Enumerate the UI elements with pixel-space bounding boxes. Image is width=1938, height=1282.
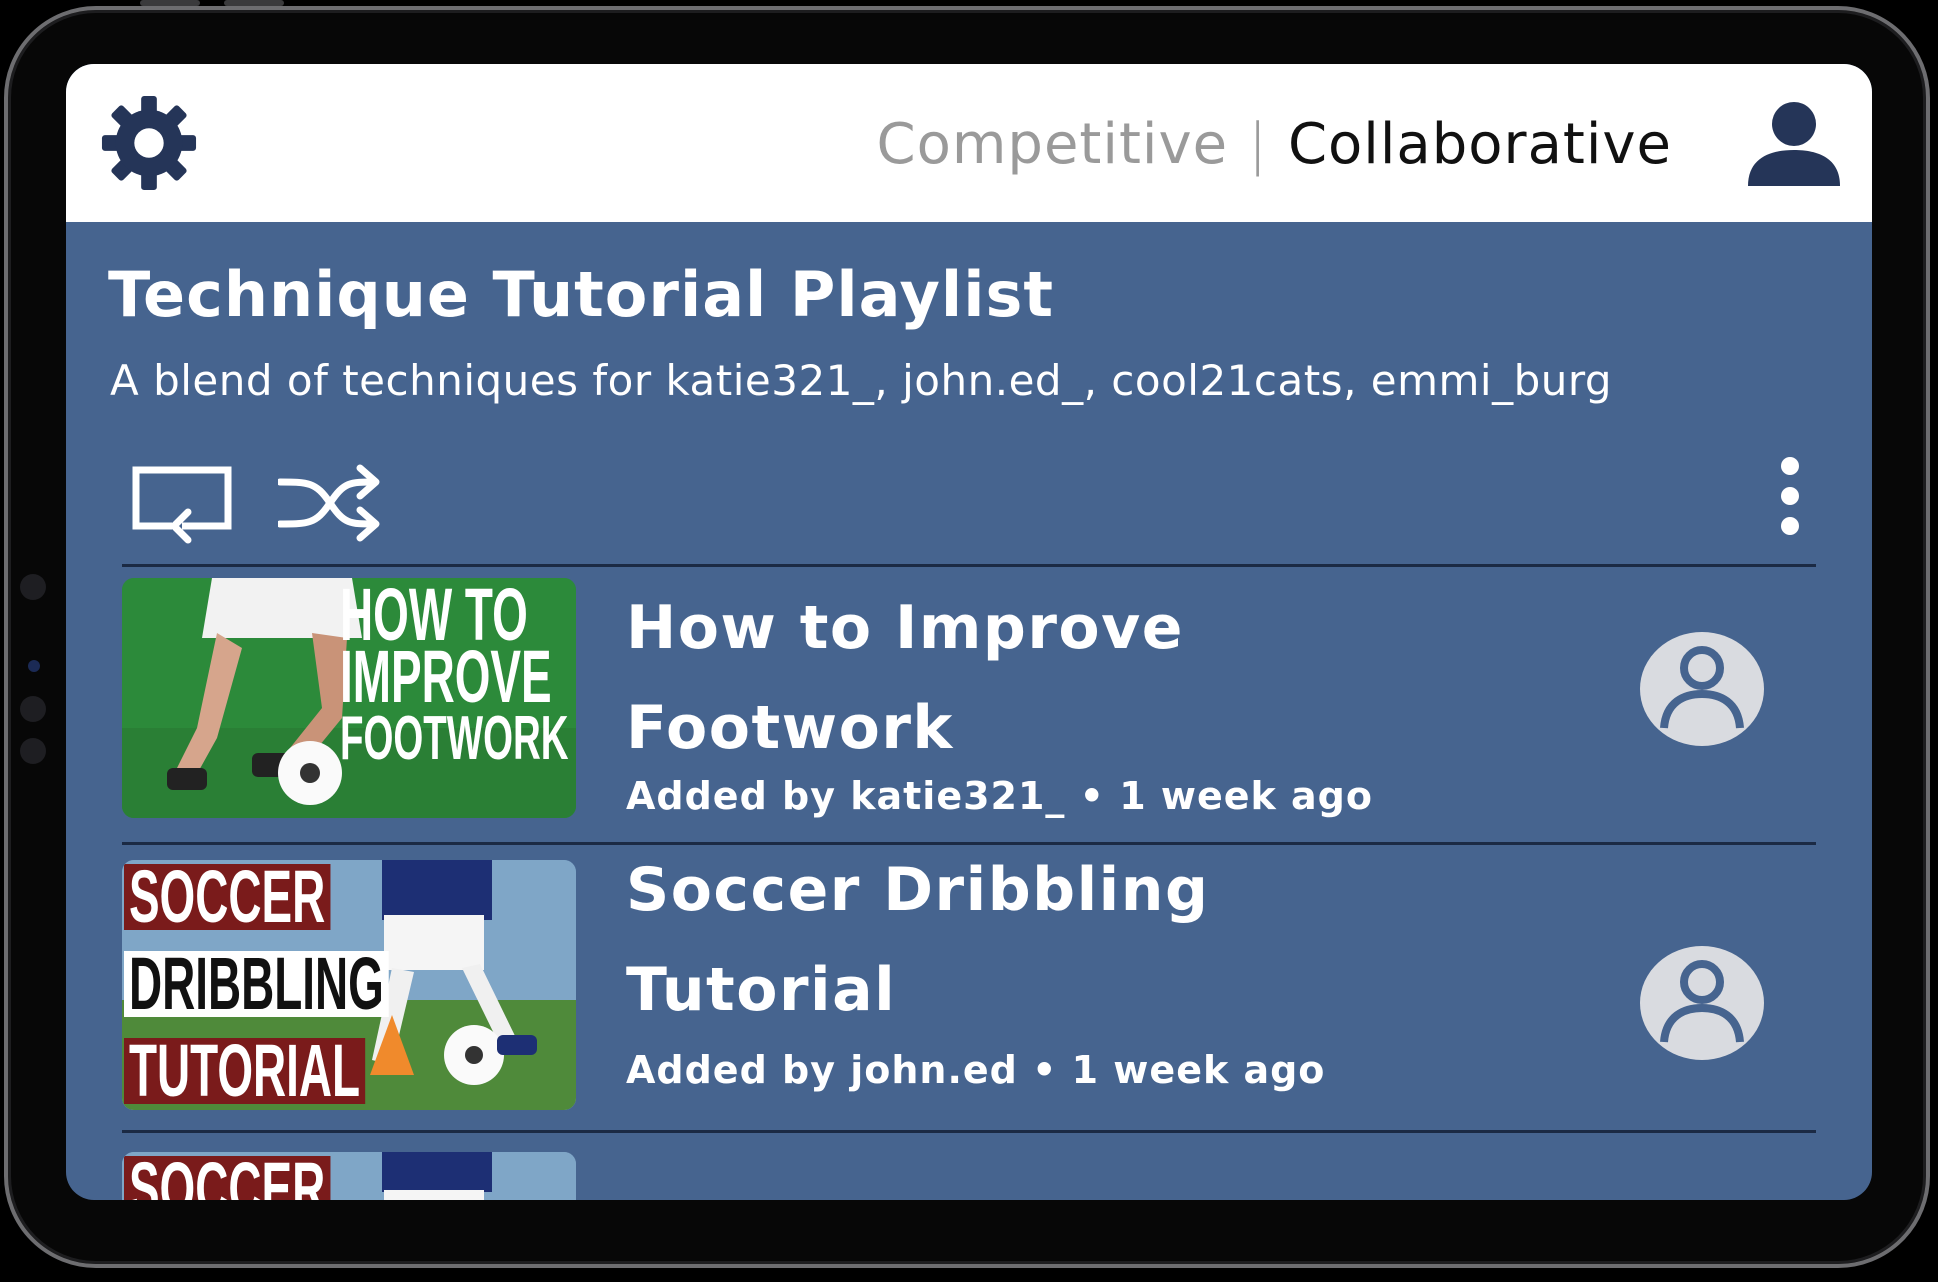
bullet-separator: •: [1032, 1048, 1072, 1092]
item-meta: Added by katie321_ • 1 week ago: [626, 774, 1373, 818]
avatar[interactable]: [1640, 946, 1764, 1060]
app-screen: Competitive | Collaborative Technique Tu…: [66, 64, 1872, 1200]
sensor-dot: [20, 574, 46, 600]
thumbnail-text: SOCCER: [124, 1152, 331, 1200]
gear-icon[interactable]: [100, 94, 198, 192]
item-title[interactable]: Soccer Dribbling Tutorial: [626, 840, 1526, 1040]
top-button: [224, 0, 284, 6]
sensor-dot: [20, 738, 46, 764]
sensor-dot: [20, 696, 46, 722]
item-title-line: Footwork: [626, 693, 954, 763]
thumbnail-line: SOCCER: [124, 1152, 331, 1200]
video-thumbnail[interactable]: SOCCER DRIBBLING TUTORIAL: [122, 860, 576, 1110]
header-bar: Competitive | Collaborative: [66, 64, 1872, 222]
thumbnail-line: IMPROVE: [339, 635, 552, 718]
top-button: [140, 0, 200, 6]
playlist-title: Technique Tutorial Playlist: [108, 258, 1054, 331]
video-thumbnail[interactable]: HOW TO IMPROVE FOOTWORK: [122, 578, 576, 818]
list-item[interactable]: SOCCER: [122, 1152, 1816, 1200]
timestamp: 1 week ago: [1119, 774, 1373, 818]
playlist-description: A blend of techniques for katie321_, joh…: [110, 356, 1613, 405]
shuffle-icon[interactable]: [278, 460, 382, 546]
added-by-text: Added by katie321_: [626, 774, 1066, 818]
avatar[interactable]: [1640, 632, 1764, 746]
list-item[interactable]: HOW TO IMPROVE FOOTWORK How to Improve F…: [122, 578, 1816, 838]
mode-collaborative-tab[interactable]: Collaborative: [1288, 112, 1672, 177]
thumbnail-line: FOOTWORK: [339, 704, 568, 773]
thumbnail-line: DRIBBLING: [124, 947, 389, 1021]
item-meta: Added by john.ed • 1 week ago: [626, 1048, 1325, 1092]
mode-competitive-tab[interactable]: Competitive: [877, 112, 1229, 177]
bullet-separator: •: [1079, 774, 1120, 818]
camera: [28, 660, 40, 672]
added-by-text: Added by john.ed: [626, 1048, 1018, 1092]
thumbnail-line: SOCCER: [124, 860, 331, 934]
thumbnail-text: HOW TO IMPROVE FOOTWORK: [339, 578, 568, 773]
thumbnail-text: SOCCER DRIBBLING TUTORIAL: [124, 860, 389, 1110]
mode-toggle: Competitive | Collaborative: [877, 104, 1672, 184]
item-title[interactable]: How to Improve Footwork: [626, 578, 1526, 778]
more-vertical-icon[interactable]: [1778, 456, 1802, 536]
video-thumbnail[interactable]: SOCCER: [122, 1152, 576, 1200]
repeat-icon[interactable]: [132, 464, 232, 548]
thumbnail-line: TUTORIAL: [124, 1034, 366, 1108]
divider: [122, 1130, 1816, 1133]
timestamp: 1 week ago: [1071, 1048, 1326, 1092]
divider: [122, 564, 1816, 567]
item-title-line: Tutorial: [626, 955, 897, 1025]
list-item[interactable]: SOCCER DRIBBLING TUTORIAL Soccer Dribbli…: [122, 855, 1816, 1120]
user-icon[interactable]: [1746, 100, 1842, 186]
item-title-line: Soccer Dribbling: [626, 855, 1210, 925]
item-title-line: How to Improve: [626, 593, 1184, 663]
mode-separator: |: [1248, 111, 1268, 177]
